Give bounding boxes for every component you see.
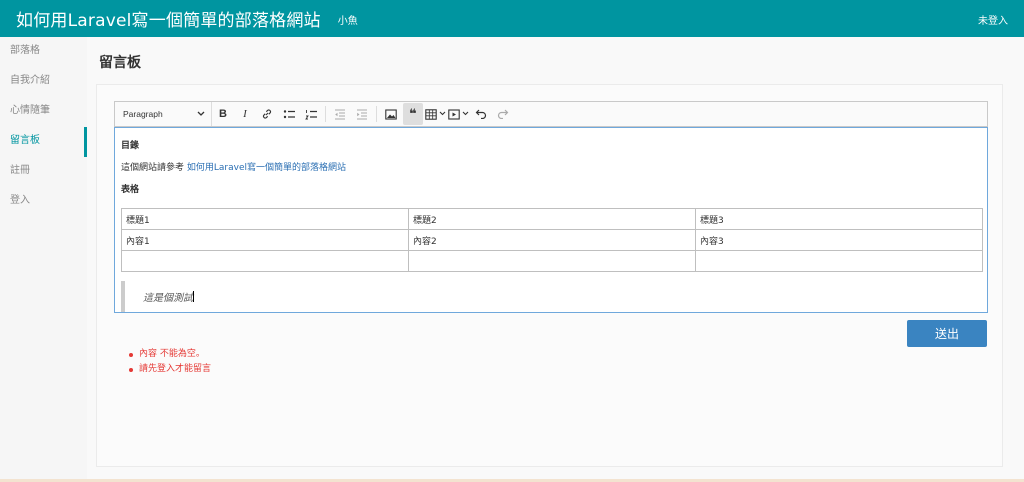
main-content: 留言板 Paragraph B I ❝ 目錄 這個網站請參考 如何用Larave… <box>87 37 1024 479</box>
rich-text-editor: Paragraph B I ❝ 目錄 這個網站請參考 如何用Laravel寫一個… <box>114 101 988 313</box>
top-navbar: 如何用Laravel寫一個簡單的部落格網站 小魚 未登入 <box>0 0 1024 37</box>
sidebar-item-journal[interactable]: 心情隨筆 <box>0 97 87 127</box>
outdent-icon[interactable] <box>330 103 350 125</box>
comment-panel: Paragraph B I ❝ 目錄 這個網站請參考 如何用Laravel寫一個… <box>96 84 1003 467</box>
author-name: 小魚 <box>337 16 358 27</box>
heading-select[interactable]: Paragraph <box>115 102 212 126</box>
table-row: 標題1 標題2 標題3 <box>121 208 983 230</box>
sidebar-item-label: 心情隨筆 <box>10 105 50 116</box>
reference-link[interactable]: 如何用Laravel寫一個簡單的部落格網站 <box>187 163 346 173</box>
italic-icon[interactable]: I <box>235 103 255 125</box>
toolbar-divider <box>325 106 326 122</box>
blockquote-text: 這是個測試 <box>143 293 193 304</box>
toolbar-divider <box>376 106 377 122</box>
site-title[interactable]: 如何用Laravel寫一個簡單的部落格網站 <box>16 6 321 31</box>
content-table: 標題1 標題2 標題3 內容1 內容2 內容3 <box>121 208 983 272</box>
table-cell[interactable]: 內容3 <box>695 229 983 251</box>
blockquote[interactable]: 這是個測試 <box>121 281 981 312</box>
table-cell[interactable] <box>121 250 409 272</box>
table-cell[interactable]: 標題3 <box>695 208 983 230</box>
chevron-down-icon <box>462 110 469 118</box>
sidebar-item-about[interactable]: 自我介紹 <box>0 67 87 97</box>
sidebar-item-label: 註冊 <box>10 165 30 176</box>
editor-toolbar: Paragraph B I ❝ <box>114 101 988 127</box>
content-heading: 目錄 <box>121 141 140 151</box>
sidebar-item-login[interactable]: 登入 <box>0 187 87 217</box>
editor-content-area[interactable]: 目錄 這個網站請參考 如何用Laravel寫一個簡單的部落格網站 表格 標題1 … <box>114 127 988 313</box>
sidebar: 部落格 自我介紹 心情隨筆 留言板 註冊 登入 <box>0 37 87 479</box>
table-row: 內容1 內容2 內容3 <box>121 229 983 251</box>
indent-icon[interactable] <box>352 103 372 125</box>
table-cell[interactable]: 標題1 <box>121 208 409 230</box>
undo-icon[interactable] <box>471 103 491 125</box>
table-cell[interactable] <box>695 250 983 272</box>
redo-icon[interactable] <box>493 103 513 125</box>
error-message: 內容 不能為空。 <box>127 347 211 362</box>
sidebar-item-guestbook[interactable]: 留言板 <box>0 127 87 157</box>
login-status-link[interactable]: 未登入 <box>978 12 1008 27</box>
error-message: 請先登入才能留言 <box>127 362 211 377</box>
sidebar-item-label: 部落格 <box>10 45 40 56</box>
table-cell[interactable]: 標題2 <box>408 208 696 230</box>
bulleted-list-icon[interactable] <box>279 103 299 125</box>
sidebar-item-label: 登入 <box>10 195 30 206</box>
table-cell[interactable] <box>408 250 696 272</box>
numbered-list-icon[interactable] <box>301 103 321 125</box>
chevron-down-icon <box>439 110 446 118</box>
bold-icon[interactable]: B <box>213 103 233 125</box>
link-icon[interactable] <box>257 103 277 125</box>
sidebar-item-label: 留言板 <box>10 135 40 146</box>
page-title: 留言板 <box>99 55 141 71</box>
content-heading: 表格 <box>121 185 140 195</box>
sidebar-item-register[interactable]: 註冊 <box>0 157 87 187</box>
submit-button[interactable]: 送出 <box>907 320 987 347</box>
table-cell[interactable]: 內容1 <box>121 229 409 251</box>
error-list: 內容 不能為空。 請先登入才能留言 <box>127 347 211 377</box>
reference-text: 這個網站請參考 <box>121 163 187 173</box>
table-icon[interactable] <box>425 103 446 125</box>
table-cell[interactable]: 內容2 <box>408 229 696 251</box>
image-icon[interactable] <box>381 103 401 125</box>
blockquote-icon[interactable]: ❝ <box>403 103 423 125</box>
text-cursor <box>193 291 194 302</box>
media-icon[interactable] <box>448 103 469 125</box>
chevron-down-icon <box>197 109 205 119</box>
heading-select-label: Paragraph <box>123 109 163 119</box>
sidebar-item-blog[interactable]: 部落格 <box>0 37 87 67</box>
reference-paragraph: 這個網站請參考 如何用Laravel寫一個簡單的部落格網站 <box>121 160 981 173</box>
table-row <box>121 250 983 272</box>
sidebar-item-label: 自我介紹 <box>10 75 50 86</box>
